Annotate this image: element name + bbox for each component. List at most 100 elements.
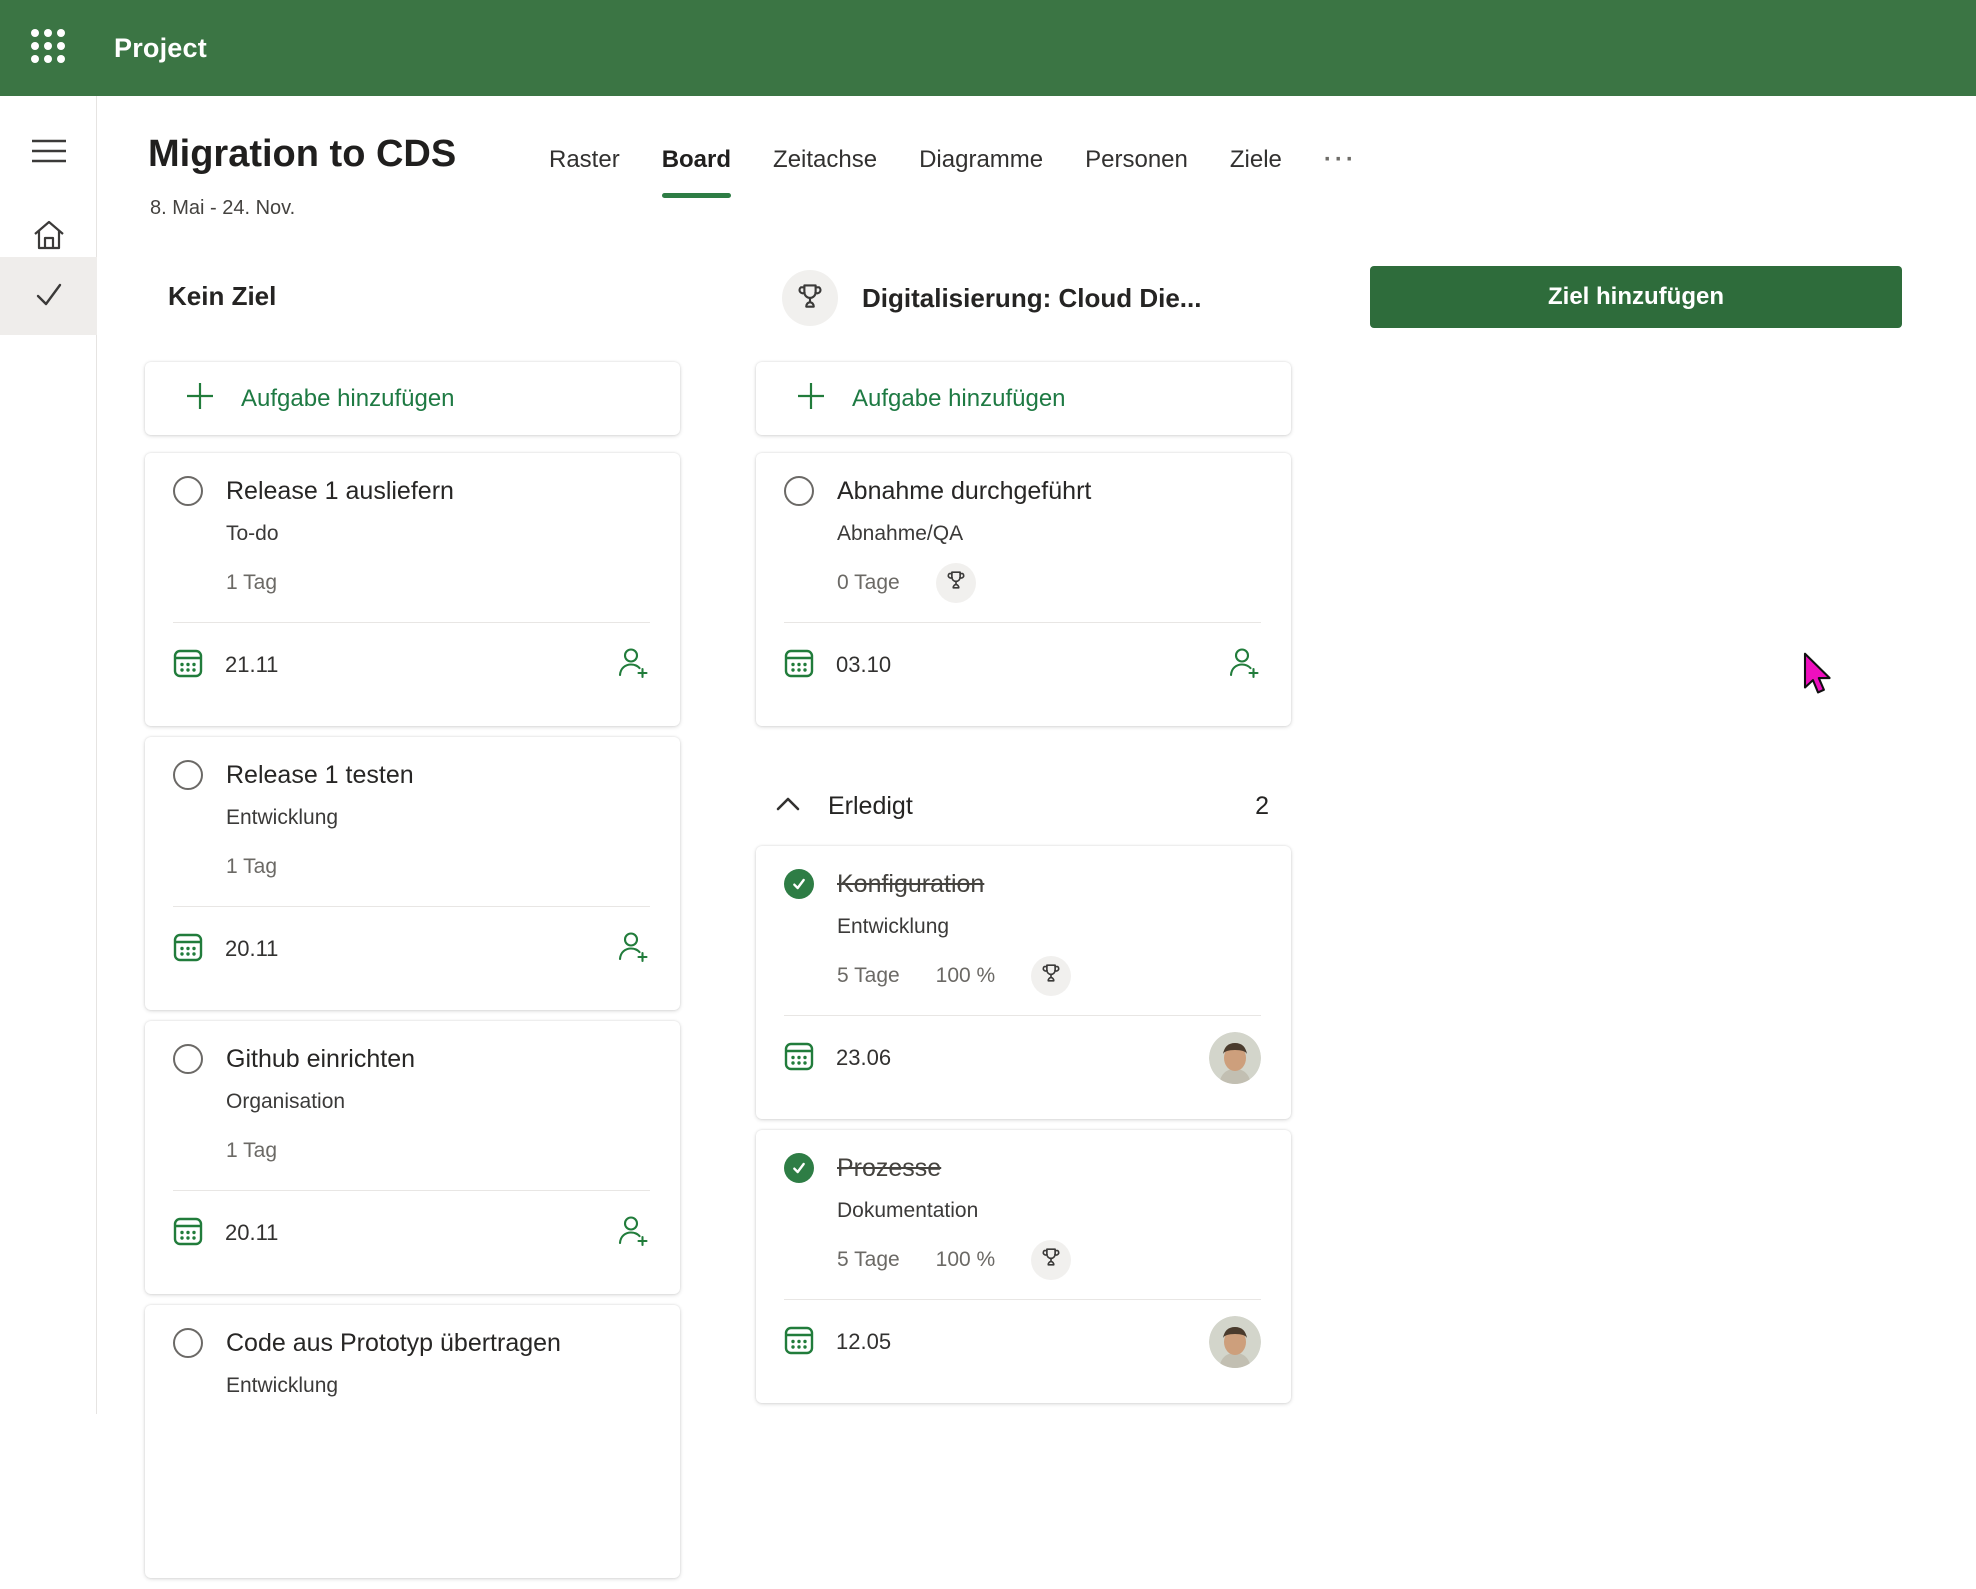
task-title: Konfiguration <box>837 870 984 899</box>
task-percent-complete: 100 % <box>936 964 996 988</box>
task-complete-checkbox[interactable] <box>784 476 814 506</box>
task-bucket: Dokumentation <box>837 1199 1261 1223</box>
task-due-date: 20.11 <box>225 1220 278 1246</box>
task-duration: 1 Tag <box>226 855 277 879</box>
column-header-no-goal: Kein Ziel <box>168 281 276 312</box>
task-bucket: Entwicklung <box>226 806 650 830</box>
plus-icon <box>796 381 826 416</box>
assign-person-icon[interactable] <box>616 930 650 969</box>
left-navigation-rail <box>0 96 97 1414</box>
calendar-icon <box>784 648 814 683</box>
assignee-avatar[interactable] <box>1209 1032 1261 1084</box>
calendar-icon <box>173 1216 203 1251</box>
tab-ziele[interactable]: Ziele <box>1230 146 1282 198</box>
add-task-button[interactable]: Aufgabe hinzufügen <box>756 362 1291 435</box>
tab-board[interactable]: Board <box>662 146 731 198</box>
task-due-date: 21.11 <box>225 652 278 678</box>
nav-menu-button[interactable] <box>0 114 97 192</box>
goal-trophy-circle <box>782 270 838 326</box>
done-section-header: Erledigt 2 <box>756 786 1291 826</box>
add-task-button[interactable]: Aufgabe hinzufügen <box>145 362 680 435</box>
task-complete-checkbox[interactable] <box>173 1044 203 1074</box>
task-title: Code aus Prototyp übertragen <box>226 1329 561 1358</box>
calendar-icon <box>784 1325 814 1360</box>
goal-badge <box>936 563 976 603</box>
task-title: Release 1 ausliefern <box>226 477 454 506</box>
done-section-toggle[interactable]: Erledigt <box>775 792 913 821</box>
task-complete-checkbox[interactable] <box>173 1328 203 1358</box>
tab-raster[interactable]: Raster <box>549 146 620 198</box>
task-completed-checkbox[interactable] <box>784 1153 814 1183</box>
plus-icon <box>185 381 215 416</box>
app-launcher-button[interactable] <box>0 0 96 96</box>
calendar-icon <box>784 1041 814 1076</box>
done-section-label: Erledigt <box>828 792 913 821</box>
home-icon <box>31 217 67 258</box>
chevron-up-icon <box>775 795 801 818</box>
trophy-icon <box>945 569 967 597</box>
task-title: Prozesse <box>837 1154 941 1183</box>
task-title: Abnahme durchgeführt <box>837 477 1091 506</box>
task-bucket: Entwicklung <box>837 915 1261 939</box>
assignee-avatar[interactable] <box>1209 1316 1261 1368</box>
add-task-label: Aufgabe hinzufügen <box>852 385 1066 413</box>
app-title: Project <box>114 33 207 64</box>
task-card-completed[interactable]: Prozesse Dokumentation 5 Tage 100 % <box>756 1130 1291 1403</box>
checkmark-icon <box>33 279 65 314</box>
task-due-date: 12.05 <box>836 1329 891 1355</box>
task-bucket: Organisation <box>226 1090 650 1114</box>
assign-person-icon[interactable] <box>616 1214 650 1253</box>
task-due-date: 23.06 <box>836 1045 891 1071</box>
kanban-column-goal: Aufgabe hinzufügen Abnahme durchgeführt … <box>756 362 1291 1414</box>
goal-badge <box>1031 1240 1071 1280</box>
task-percent-complete: 100 % <box>936 1248 996 1272</box>
tab-diagramme[interactable]: Diagramme <box>919 146 1043 198</box>
task-completed-checkbox[interactable] <box>784 869 814 899</box>
task-duration: 5 Tage <box>837 1248 900 1272</box>
task-bucket: To-do <box>226 522 650 546</box>
goal-title: Digitalisierung: Cloud Die... <box>862 283 1201 314</box>
goal-badge <box>1031 956 1071 996</box>
task-due-date: 03.10 <box>836 652 891 678</box>
task-duration: 5 Tage <box>837 964 900 988</box>
trophy-icon <box>795 281 825 316</box>
done-section-count: 2 <box>1255 792 1269 821</box>
task-due-date: 20.11 <box>225 936 278 962</box>
app-top-bar: Project <box>0 0 1976 96</box>
hamburger-icon <box>31 137 67 170</box>
task-card-completed[interactable]: Konfiguration Entwicklung 5 Tage 100 % <box>756 846 1291 1119</box>
trophy-icon <box>1040 1246 1062 1274</box>
task-card[interactable]: Code aus Prototyp übertragen Entwicklung <box>145 1305 680 1578</box>
tab-zeitachse[interactable]: Zeitachse <box>773 146 877 198</box>
assign-person-icon[interactable] <box>616 646 650 685</box>
task-card[interactable]: Release 1 testen Entwicklung 1 Tag 20.11 <box>145 737 680 1010</box>
calendar-icon <box>173 648 203 683</box>
assign-person-icon[interactable] <box>1227 646 1261 685</box>
task-card[interactable]: Abnahme durchgeführt Abnahme/QA 0 Tage <box>756 453 1291 726</box>
page-title: Migration to CDS <box>148 133 456 176</box>
calendar-icon <box>173 932 203 967</box>
tab-more-ellipsis[interactable]: ··· <box>1324 146 1357 198</box>
task-card[interactable]: Github einrichten Organisation 1 Tag 20.… <box>145 1021 680 1294</box>
task-card[interactable]: Release 1 ausliefern To-do 1 Tag 21.11 <box>145 453 680 726</box>
view-tabs: Raster Board Zeitachse Diagramme Persone… <box>549 146 1357 198</box>
tab-personen[interactable]: Personen <box>1085 146 1188 198</box>
kanban-column-no-goal: Aufgabe hinzufügen Release 1 ausliefern … <box>145 362 680 1589</box>
column-header-goal[interactable]: Digitalisierung: Cloud Die... <box>782 270 1201 326</box>
nav-tasks-button[interactable] <box>0 257 97 335</box>
mouse-cursor <box>1802 652 1838 701</box>
task-title: Github einrichten <box>226 1045 415 1074</box>
trophy-icon <box>1040 962 1062 990</box>
task-duration: 0 Tage <box>837 571 900 595</box>
waffle-icon <box>27 25 69 72</box>
task-bucket: Abnahme/QA <box>837 522 1261 546</box>
task-bucket: Entwicklung <box>226 1374 650 1398</box>
add-goal-button[interactable]: Ziel hinzufügen <box>1370 266 1902 328</box>
task-duration: 1 Tag <box>226 1139 277 1163</box>
task-title: Release 1 testen <box>226 761 414 790</box>
task-complete-checkbox[interactable] <box>173 760 203 790</box>
project-date-range: 8. Mai - 24. Nov. <box>150 197 295 220</box>
add-task-label: Aufgabe hinzufügen <box>241 385 455 413</box>
task-complete-checkbox[interactable] <box>173 476 203 506</box>
task-duration: 1 Tag <box>226 571 277 595</box>
